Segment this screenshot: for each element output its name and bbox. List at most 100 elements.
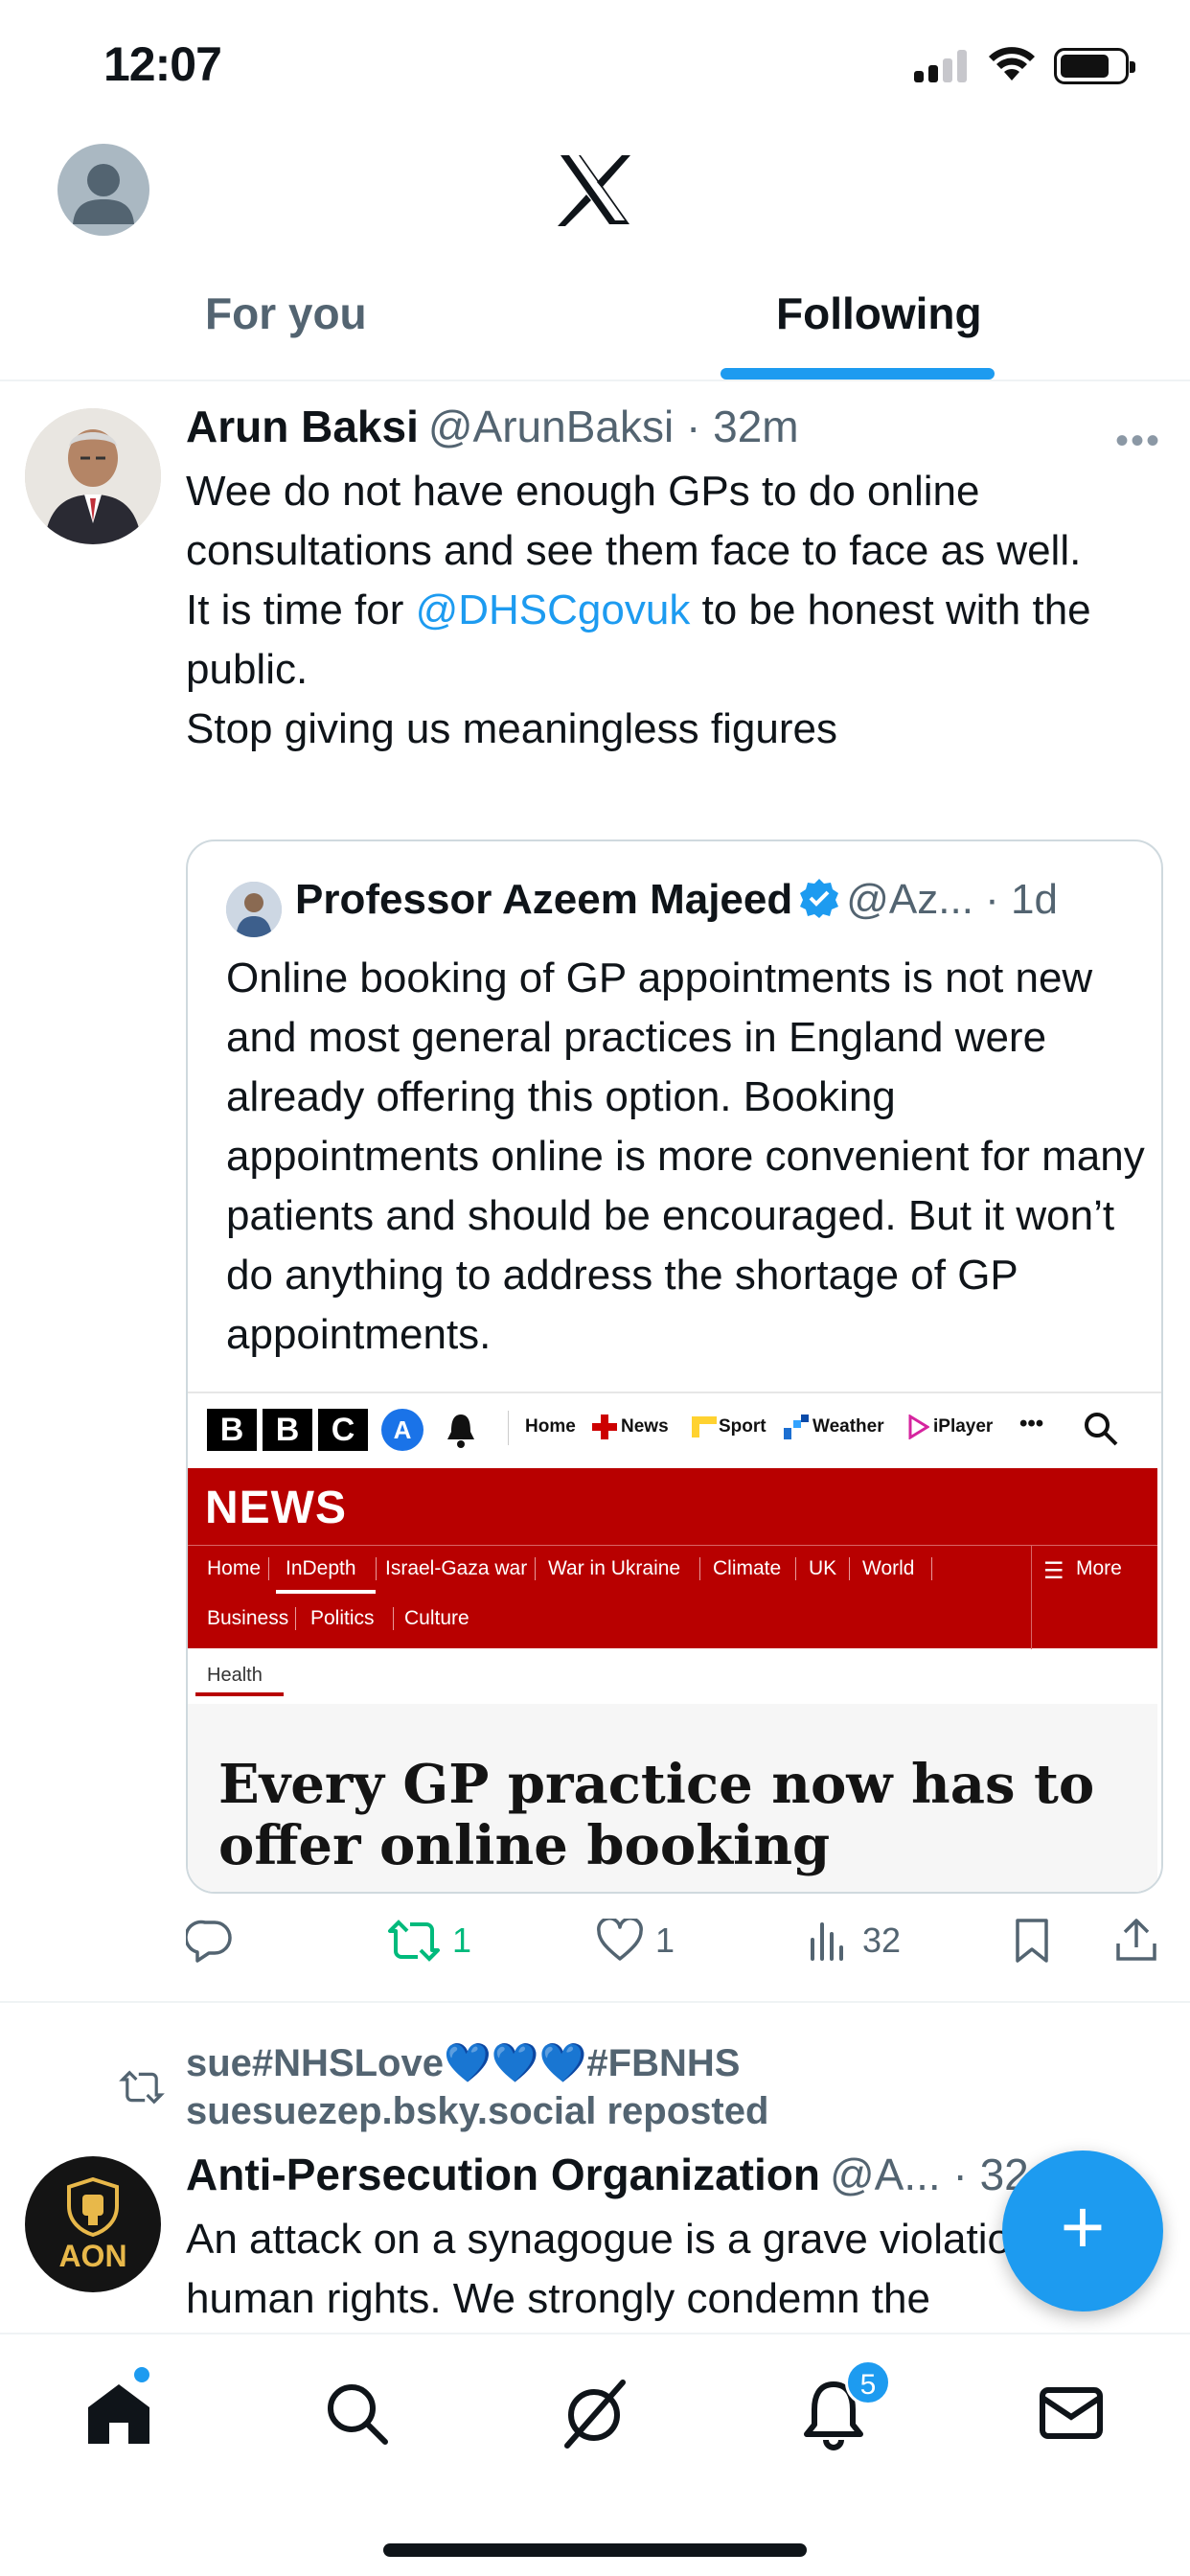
tweet-header: Arun Baksi @ArunBaksi · 32m — [186, 402, 799, 451]
divider — [795, 1557, 796, 1580]
bbc-headline: Every GP practice now has to offer onlin… — [218, 1753, 1095, 1877]
author-handle[interactable]: @ArunBaksi — [428, 402, 674, 451]
bookmark-icon — [1016, 1919, 1048, 1963]
author-avatar[interactable] — [25, 408, 161, 544]
search-icon — [1085, 1413, 1118, 1446]
divider — [699, 1557, 700, 1580]
x-logo-icon[interactable] — [558, 153, 632, 226]
bbc-news-banner: NEWS Home InDepth Israel-Gaza war War in… — [188, 1468, 1157, 1649]
repost-button[interactable]: 1 — [387, 1907, 471, 1974]
like-button[interactable]: 1 — [596, 1907, 675, 1974]
bbc-article-area: Every GP practice now has to offer onlin… — [188, 1704, 1157, 1892]
sport-icon — [692, 1416, 717, 1438]
repost-count: 1 — [452, 1920, 472, 1960]
quoted-tweet[interactable]: Professor Azeem Majeed @Az... · 1d Online… — [186, 840, 1163, 1894]
home-icon[interactable] — [80, 2375, 157, 2451]
hamburger-icon: ☰ — [1043, 1558, 1064, 1584]
mention-link[interactable]: @DHSCgovuk — [416, 586, 691, 633]
tweet[interactable]: sue#NHSLove💙💙💙#FBNHS suesuezep.bsky.soci… — [0, 2007, 1190, 2333]
tweet[interactable]: Arun Baksi @ArunBaksi · 32m ••• Wee do no… — [0, 383, 1190, 2003]
wifi-icon — [989, 47, 1035, 80]
views-button[interactable]: 32 — [807, 1907, 901, 1974]
divider — [849, 1557, 850, 1580]
bottom-navigation: 5 — [0, 2333, 1190, 2576]
bbc-sub-item: Business — [207, 1607, 289, 1629]
repost-icon — [388, 1920, 440, 1962]
author-photo — [25, 408, 161, 544]
reposted-line: suesuezep.bsky.social reposted — [186, 2090, 769, 2132]
fist-shield-icon — [67, 2177, 119, 2237]
quoted-author-name: Professor Azeem Majeed — [295, 876, 793, 923]
profile-avatar[interactable] — [57, 144, 149, 236]
battery-icon — [1054, 48, 1135, 84]
bbc-nav-news: News — [621, 1416, 669, 1437]
bbc-section-label: Health — [207, 1665, 263, 1686]
bbc-sub-item: Israel-Gaza war — [385, 1557, 528, 1579]
link-preview-image[interactable]: B B C A Home News Sport Weather iPlayer … — [188, 1392, 1161, 1892]
reposted-by-name-line: sue#NHSLove💙💙💙#FBNHS — [186, 2039, 768, 2087]
bbc-sub-item: UK — [809, 1557, 837, 1579]
cellular-signal-icon — [914, 50, 968, 82]
divider — [535, 1557, 536, 1580]
reposter-name: sue#NHSLove — [186, 2042, 444, 2084]
more-options-icon[interactable]: ••• — [1115, 420, 1161, 463]
verified-badge-icon — [800, 879, 839, 918]
bbc-more-menu: ☰ More — [1031, 1546, 1157, 1649]
reposted-by[interactable]: sue#NHSLove💙💙💙#FBNHS suesuezep.bsky.soci… — [186, 2039, 768, 2135]
notifications-badge: 5 — [845, 2359, 891, 2405]
quoted-author-handle: @Az... — [846, 876, 973, 923]
compose-button[interactable]: + — [1002, 2150, 1163, 2312]
share-icon — [1116, 1919, 1156, 1961]
tweet-time[interactable]: 32m — [713, 402, 798, 451]
reply-button[interactable] — [186, 1907, 245, 1974]
tweet-text-line: Wee do not have enough GPs to do online … — [186, 468, 1082, 574]
bbc-account-icon: A — [381, 1409, 423, 1451]
views-count: 32 — [862, 1920, 902, 1960]
bbc-sub-item: Home — [207, 1557, 262, 1579]
bookmark-button[interactable] — [1012, 1907, 1052, 1974]
bbc-logo-letter: C — [318, 1409, 368, 1451]
grok-icon[interactable] — [556, 2375, 632, 2451]
nav-divider — [508, 1411, 509, 1445]
bbc-top-bar: B B C A Home News Sport Weather iPlayer … — [188, 1392, 1161, 1459]
search-icon[interactable] — [318, 2375, 395, 2451]
tab-for-you[interactable]: For you — [205, 288, 367, 339]
author-name[interactable]: Anti-Persecution Organization — [186, 2150, 820, 2199]
bbc-nav-weather: Weather — [812, 1416, 884, 1437]
default-user-icon — [73, 164, 134, 224]
quoted-author-photo — [226, 882, 282, 937]
bbc-nav-home: Home — [525, 1416, 576, 1437]
bbc-sub-item: War in Ukraine — [548, 1557, 681, 1579]
bbc-logo-letter: B — [207, 1409, 257, 1451]
divider — [931, 1557, 932, 1580]
tweet-text-fragment: It is time for — [186, 586, 416, 633]
more-dots-icon: ••• — [1019, 1411, 1044, 1437]
quoted-time: 1d — [1011, 876, 1058, 923]
blue-hearts: 💙💙💙 — [443, 2042, 587, 2084]
messages-envelope-icon[interactable] — [1033, 2375, 1110, 2451]
tweet-header: Anti-Persecution Organization @A... · 32 — [186, 2150, 1029, 2199]
heart-icon — [597, 1919, 643, 1961]
author-name[interactable]: Arun Baksi — [186, 402, 419, 451]
home-indicator — [383, 2543, 807, 2557]
author-avatar[interactable]: AON — [25, 2156, 161, 2292]
divider — [393, 1607, 394, 1630]
tweet-actions: 1 1 32 — [186, 1907, 1173, 1974]
bbc-more-label: More — [1076, 1557, 1122, 1579]
divider — [376, 1557, 377, 1580]
divider — [268, 1557, 269, 1580]
weather-icon — [784, 1414, 809, 1439]
bbc-sub-item: Politics — [310, 1607, 375, 1629]
author-handle[interactable]: @A... — [830, 2150, 941, 2199]
timeline-tabs: For you Following — [0, 268, 1190, 381]
bbc-sub-item: World — [862, 1557, 915, 1579]
tab-following[interactable]: Following — [776, 288, 982, 339]
bbc-sub-item: Climate — [713, 1557, 782, 1579]
share-button[interactable] — [1113, 1907, 1159, 1974]
reply-icon — [186, 1920, 232, 1963]
views-chart-icon — [811, 1922, 843, 1961]
active-tab-indicator — [721, 368, 995, 380]
bbc-sub-nav: Home InDepth Israel-Gaza war War in Ukra… — [188, 1545, 1157, 1649]
avatar-text: AON — [58, 2239, 127, 2273]
active-underline — [276, 1590, 376, 1594]
